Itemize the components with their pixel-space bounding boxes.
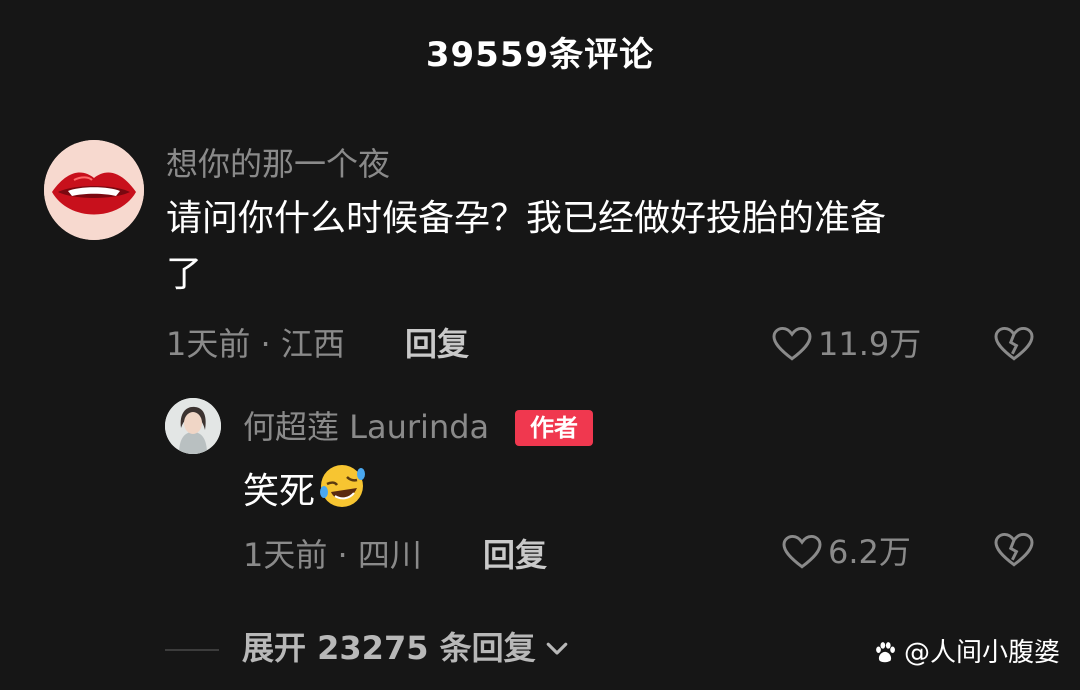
expand-replies-label: 展开 23275 条回复 (242, 629, 536, 667)
author-badge: 作者 (515, 410, 593, 446)
commenter-avatar[interactable] (44, 140, 144, 240)
heart-icon (782, 534, 822, 570)
broken-heart-icon (994, 326, 1034, 362)
red-lips-icon (44, 140, 144, 240)
comment-time-location: 1天前 · 江西 (166, 325, 345, 363)
comment-like-button[interactable]: 11.9万 (772, 322, 921, 366)
reply-text: 笑死 (243, 471, 316, 512)
comment-reply-button[interactable]: 回复 (405, 322, 469, 366)
reply-text-container: 笑死 (243, 462, 367, 524)
watermark-text: @人间小腹婆 (903, 638, 1060, 668)
expand-replies-button[interactable]: 展开 23275 条回复 (242, 626, 572, 670)
page-title: 39559条评论 (425, 35, 655, 75)
woman-portrait-icon (165, 398, 221, 454)
paw-icon (872, 640, 898, 666)
expand-divider (165, 649, 219, 651)
heart-icon (772, 326, 812, 362)
comment-dislike-button[interactable] (994, 326, 1034, 362)
watermark: @人间小腹婆 (872, 636, 1060, 670)
replier-name[interactable]: 何超莲 Laurinda (243, 405, 489, 449)
comment-text-line2: 了 (166, 254, 203, 295)
replier-avatar[interactable] (165, 398, 221, 454)
comment-text-line1: 请问你什么时候备孕？我已经做好投胎的准备 (166, 198, 887, 239)
reply-reply-button[interactable]: 回复 (483, 533, 547, 577)
commenter-name[interactable]: 想你的那一个夜 (166, 142, 390, 186)
reply-time-location: 1天前 · 四川 (243, 536, 422, 574)
chevron-down-icon (542, 633, 572, 663)
comment-like-count: 11.9万 (818, 325, 922, 363)
broken-heart-icon (994, 532, 1034, 568)
reply-dislike-button[interactable] (994, 532, 1034, 568)
rolling-laughing-emoji-icon (317, 462, 367, 524)
reply-like-button[interactable]: 6.2万 (782, 530, 911, 574)
reply-like-count: 6.2万 (828, 533, 911, 571)
